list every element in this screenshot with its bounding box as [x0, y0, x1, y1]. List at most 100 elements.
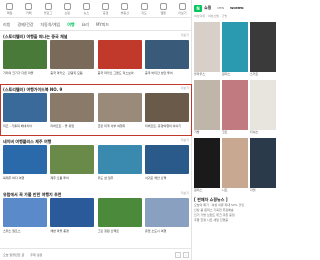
article-thumbnail[interactable]: [50, 40, 95, 69]
product-label[interactable]: 원피스: [194, 188, 220, 192]
service-icon-item[interactable]: 부동산: [115, 0, 134, 17]
article-card[interactable]: 제주 오름 투어: [50, 145, 95, 181]
product-label[interactable]: 스커트: [250, 72, 276, 76]
article-thumbnail[interactable]: [144, 198, 189, 227]
article-card[interactable]: 서귀포 해안 산책: [144, 145, 189, 181]
section-title[interactable]: 네이버 여행플러스 제주 여행: [3, 138, 189, 145]
shopping-subcategories[interactable]: 여성의류 · 여성신발 · 가방: [194, 14, 276, 18]
article-card[interactable]: 북제주 바다 여행: [3, 145, 47, 181]
bottom-select-2[interactable]: 주제 설정: [30, 253, 42, 257]
article-caption[interactable]: 급관 미국 서부 여행지: [98, 124, 142, 129]
prev-page-button[interactable]: ‹: [175, 251, 181, 258]
article-card[interactable]: 유럽 소도시 여행: [144, 198, 189, 234]
tab-item[interactable]: 요리: [82, 22, 89, 28]
service-icon-item[interactable]: 증권: [96, 0, 115, 17]
service-icon-item[interactable]: 뉴스: [77, 0, 96, 17]
article-thumbnail[interactable]: [97, 93, 142, 122]
product-image[interactable]: [194, 138, 220, 188]
article-thumbnail[interactable]: [3, 93, 47, 122]
more-link[interactable]: 더보기: [181, 138, 189, 142]
tab-item[interactable]: 리빙: [3, 22, 10, 28]
shopping-title[interactable]: 쇼핑: [204, 5, 211, 11]
product-label[interactable]: 티셔츠: [250, 130, 276, 134]
tab-men[interactable]: MEN: [217, 6, 224, 10]
product-card[interactable]: 스커트: [250, 22, 276, 78]
product-card[interactable]: 블라우스: [194, 22, 220, 78]
article-thumbnail[interactable]: [144, 145, 189, 174]
product-image[interactable]: [194, 80, 220, 130]
article-thumbnail[interactable]: [97, 145, 142, 174]
product-card[interactable]: 니트: [222, 138, 248, 194]
service-icon-item[interactable]: 메일: [0, 0, 19, 17]
tab-item[interactable]: 여행: [67, 22, 74, 28]
article-caption[interactable]: 리버프트, 휴양여행의 이야기: [145, 124, 189, 129]
section-title[interactable]: (스토리텔러) 여행가이드북 NO. 9: [3, 86, 189, 93]
article-thumbnail[interactable]: [3, 40, 47, 69]
service-icon-item[interactable]: 쇼핑: [58, 0, 77, 17]
product-label[interactable]: 가방: [194, 130, 220, 134]
product-label[interactable]: 원피스: [222, 72, 248, 76]
product-card[interactable]: 자켓: [250, 138, 276, 194]
service-icon-item[interactable]: 카페: [19, 0, 38, 17]
article-thumbnail[interactable]: [50, 93, 95, 122]
article-caption[interactable]: 중국 마카오 그랜드 리스보아: [98, 71, 142, 76]
product-image[interactable]: [222, 80, 248, 130]
more-link[interactable]: 더보기: [181, 191, 189, 195]
article-thumbnail[interactable]: [97, 40, 142, 69]
tab-item[interactable]: MY피드: [96, 22, 109, 28]
bottom-select-1[interactable]: 오늘 읽을만한 글: [3, 253, 24, 257]
article-card[interactable]: 리버프트 – 올 유럽: [50, 93, 95, 129]
article-card[interactable]: 중국 마카오 그랜드 리스보아: [97, 40, 142, 76]
tab-item[interactable]: 자동차/게임: [40, 22, 60, 28]
product-image[interactable]: [250, 22, 276, 72]
article-card[interactable]: 급관 미국 서부 여행지: [97, 93, 142, 129]
tab-women[interactable]: WOMEN: [230, 6, 243, 10]
article-thumbnail[interactable]: [144, 40, 189, 69]
product-card[interactable]: 가방: [194, 80, 220, 136]
product-card[interactable]: 원피스: [194, 138, 220, 194]
article-thumbnail[interactable]: [3, 198, 47, 227]
product-label[interactable]: 니트: [222, 188, 248, 192]
product-image[interactable]: [194, 22, 220, 72]
shopping-news-item[interactable]: 주말 한정 니트 세일 진행중: [194, 218, 276, 223]
article-thumbnail[interactable]: [3, 145, 47, 174]
article-card[interactable]: 우도 섬 일주: [97, 145, 142, 181]
article-card[interactable]: 중국 바티칸 성당 투어: [144, 40, 189, 76]
article-caption[interactable]: 중국 마카오 · 관광지 모음: [50, 71, 94, 76]
article-caption[interactable]: 리버프트 – 올 유럽: [50, 124, 94, 129]
article-card[interactable]: 미즈 - 가톨릭 베네치아: [3, 93, 47, 129]
product-image[interactable]: [250, 80, 276, 130]
product-image[interactable]: [222, 22, 248, 72]
product-card[interactable]: 코트: [222, 80, 248, 136]
service-icon-item[interactable]: 지도: [134, 0, 153, 17]
article-caption[interactable]: 해변 마을 풍경: [50, 229, 94, 234]
article-card[interactable]: 해변 마을 풍경: [50, 198, 95, 234]
product-card[interactable]: 원피스: [222, 22, 248, 78]
article-caption[interactable]: 스위스 알프스: [3, 229, 47, 234]
article-caption[interactable]: 제주 오름 투어: [50, 176, 94, 181]
article-thumbnail[interactable]: [50, 145, 95, 174]
product-image[interactable]: [250, 138, 276, 188]
service-icon-item[interactable]: 웹툰: [154, 0, 173, 17]
article-thumbnail[interactable]: [97, 198, 142, 227]
article-card[interactable]: 스위스 알프스: [3, 198, 47, 234]
tab-item[interactable]: 경제/건강: [17, 22, 33, 28]
article-caption[interactable]: 거리의 크기가 다른 마을: [3, 71, 47, 76]
article-thumbnail[interactable]: [50, 198, 95, 227]
product-label[interactable]: 자켓: [250, 188, 276, 192]
product-image[interactable]: [222, 138, 248, 188]
section-title[interactable]: (스토리텔러) 여행을 떠나는 중국 채널: [3, 33, 189, 40]
article-thumbnail[interactable]: [144, 93, 189, 122]
article-caption[interactable]: 서귀포 해안 산책: [145, 176, 189, 181]
article-caption[interactable]: 그린 정원 산책로: [98, 229, 142, 234]
article-caption[interactable]: 유럽 소도시 여행: [145, 229, 189, 234]
service-icon-item[interactable]: 블로그: [38, 0, 57, 17]
article-caption[interactable]: 우도 섬 일주: [98, 176, 142, 181]
article-caption[interactable]: 미즈 - 가톨릭 베네치아: [3, 124, 47, 129]
article-caption[interactable]: 북제주 바다 여행: [3, 176, 47, 181]
article-caption[interactable]: 중국 바티칸 성당 투어: [145, 71, 189, 76]
article-card[interactable]: 리버프트, 휴양여행의 이야기: [144, 93, 189, 129]
article-card[interactable]: 거리의 크기가 다른 마을: [3, 40, 47, 76]
product-card[interactable]: 티셔츠: [250, 80, 276, 136]
service-icon-item[interactable]: 더보기: [173, 0, 192, 17]
